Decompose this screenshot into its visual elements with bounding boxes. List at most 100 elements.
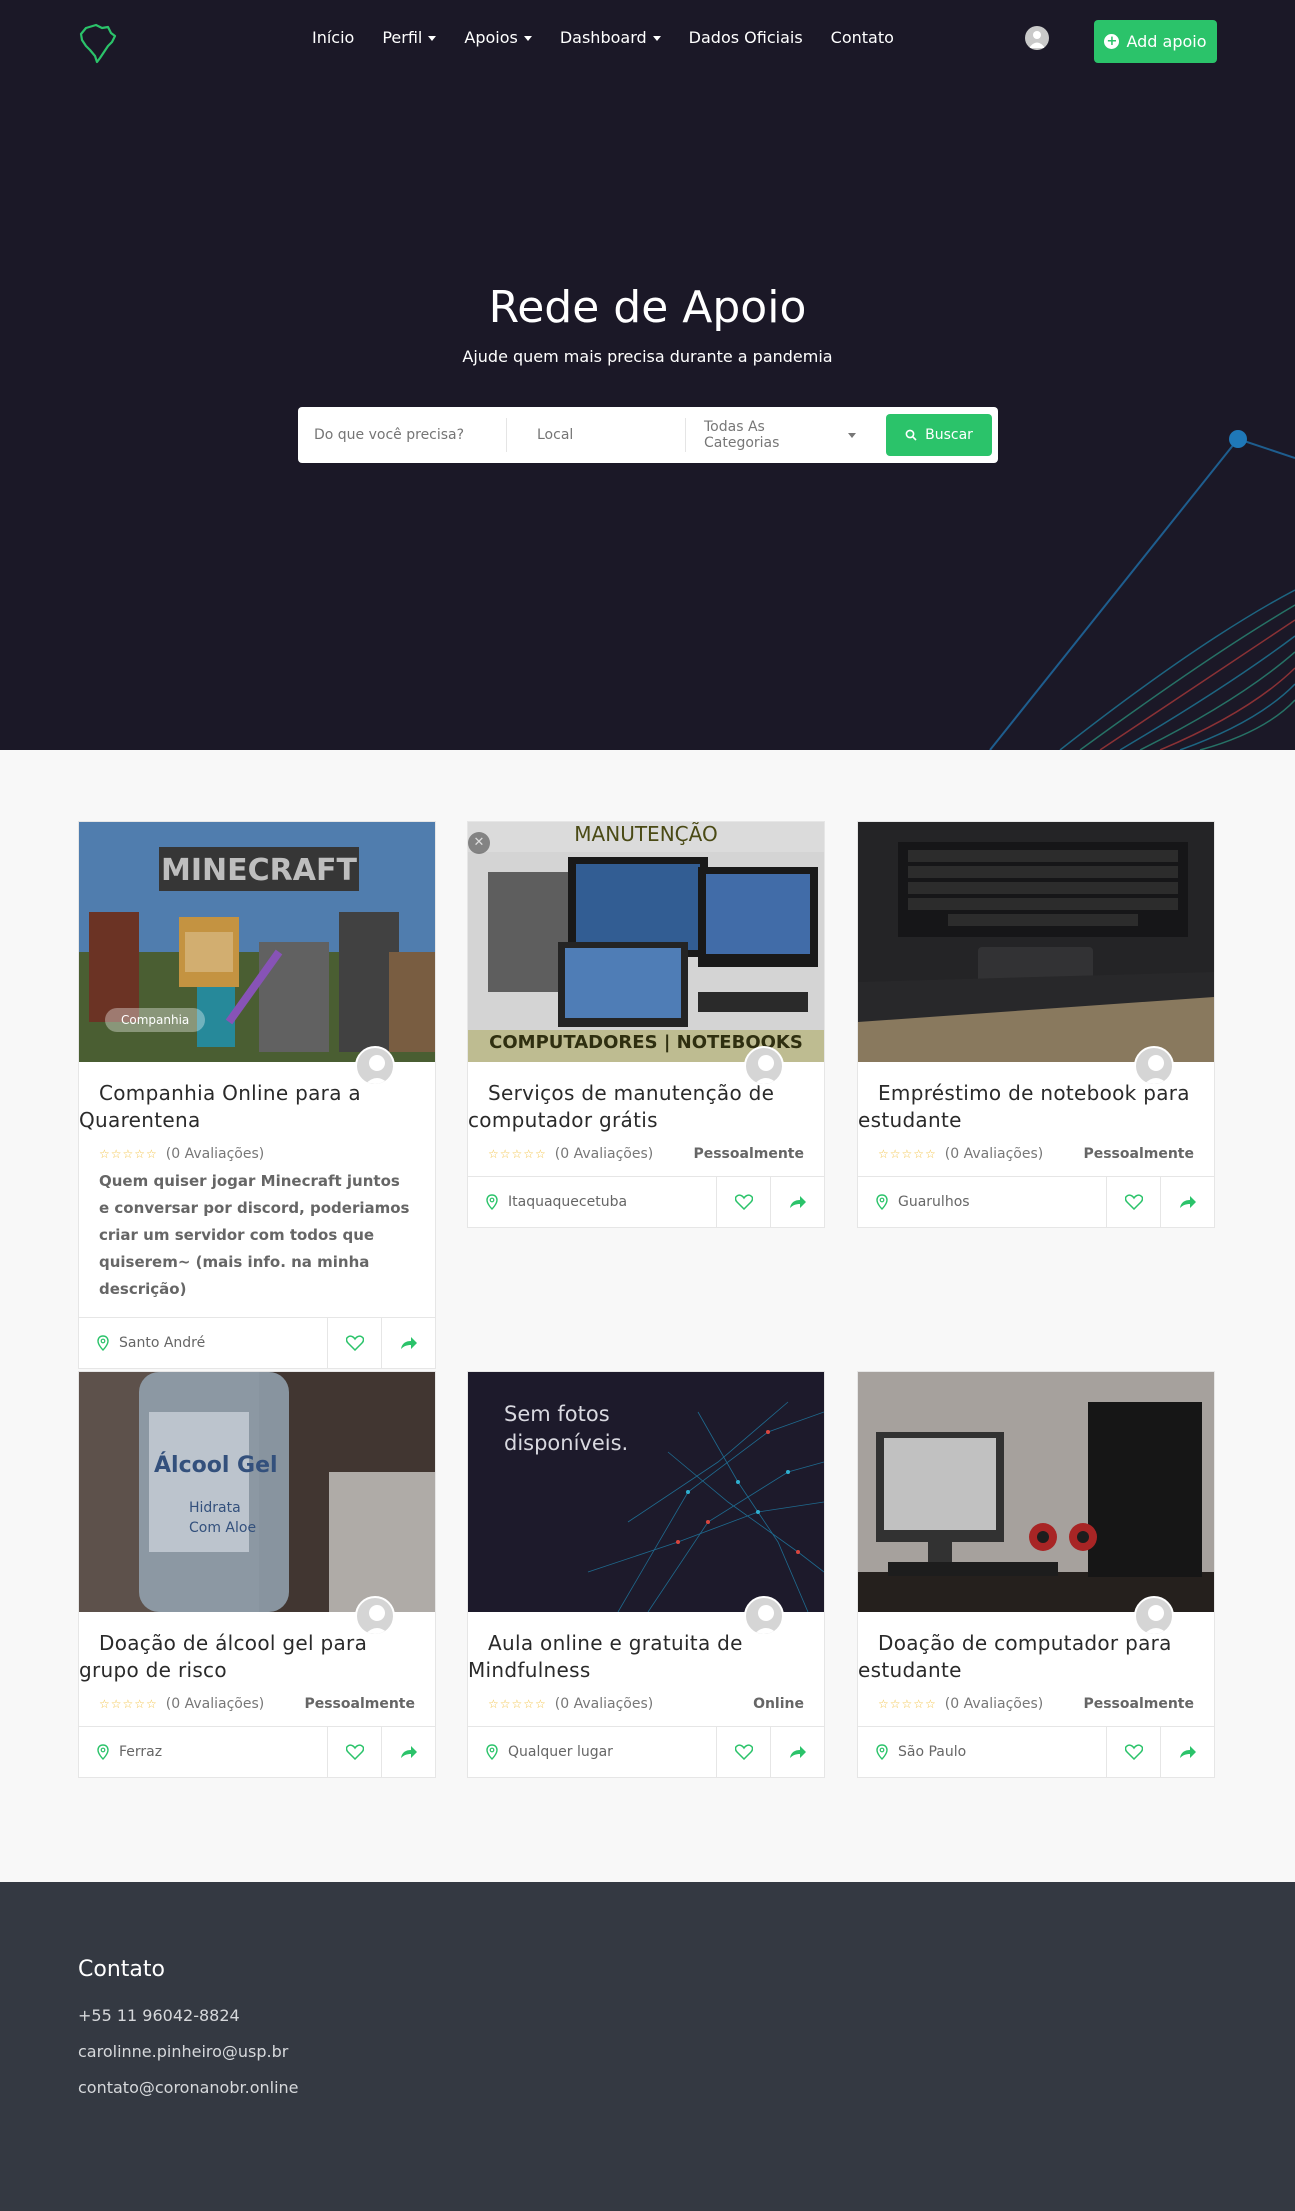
nav-dados-oficiais[interactable]: Dados Oficiais	[689, 28, 803, 47]
rating-count: (0 Avaliações)	[944, 1146, 1044, 1162]
category-tag[interactable]: Companhia	[105, 1008, 206, 1032]
rating-row: ☆☆☆☆☆ (0 Avaliações) Pessoalmente	[79, 1684, 435, 1712]
rating-row: ☆☆☆☆☆ (0 Avaliações) Pessoalmente	[858, 1134, 1214, 1162]
share-button[interactable]	[1160, 1727, 1214, 1777]
footer: Contato +55 11 96042-8824 carolinne.pinh…	[0, 1882, 1295, 2211]
hero-background-graphic	[989, 430, 1295, 750]
avatar-icon[interactable]	[1134, 1046, 1174, 1086]
heart-icon	[345, 1744, 364, 1760]
listing-image[interactable]: MINECRAFT Companhia	[79, 822, 435, 1062]
nav-perfil[interactable]: Perfil	[382, 28, 437, 47]
footer-title: Contato	[78, 1957, 165, 1982]
favorite-button[interactable]	[327, 1318, 381, 1368]
heart-icon	[734, 1744, 753, 1760]
listing-card[interactable]: Doação de computador para estudante ☆☆☆☆…	[857, 1371, 1215, 1778]
map-pin-icon	[876, 1744, 888, 1760]
nav-contato[interactable]: Contato	[831, 28, 894, 47]
share-button[interactable]	[381, 1318, 435, 1368]
card-footer: São Paulo	[858, 1726, 1214, 1777]
listing-image[interactable]: MANUTENÇÃO COMPUTADORES | NOTEBOOKS ✕	[468, 822, 824, 1062]
share-arrow-icon	[1179, 1746, 1196, 1758]
footer-phone[interactable]: +55 11 96042-8824	[78, 2006, 240, 2025]
listing-card[interactable]: Sem fotos disponíveis. Aula online e gra…	[467, 1371, 825, 1778]
chevron-down-icon	[428, 36, 437, 41]
chevron-down-icon	[652, 36, 661, 41]
listing-card[interactable]: MANUTENÇÃO COMPUTADORES | NOTEBOOKS ✕ Se…	[467, 821, 825, 1228]
main-nav: Início Perfil Apoios Dashboard Dados Ofi…	[312, 28, 922, 47]
user-icon[interactable]	[1025, 26, 1049, 50]
star-icon: ☆☆☆☆☆	[99, 1697, 158, 1711]
star-icon: ☆☆☆☆☆	[488, 1697, 547, 1711]
star-icon: ☆☆☆☆☆	[878, 1147, 937, 1161]
hero-section: Início Perfil Apoios Dashboard Dados Ofi…	[0, 0, 1295, 750]
share-arrow-icon	[400, 1337, 417, 1349]
map-pin-icon	[97, 1335, 109, 1351]
add-apoio-button[interactable]: + Add apoio	[1094, 20, 1217, 63]
share-button[interactable]	[1160, 1177, 1214, 1227]
listing-location: Ferraz	[79, 1727, 327, 1777]
card-footer: Santo André	[79, 1317, 435, 1368]
brazil-map-icon[interactable]	[78, 22, 118, 64]
footer-email-1[interactable]: carolinne.pinheiro@usp.br	[78, 2042, 288, 2061]
favorite-button[interactable]	[1106, 1177, 1160, 1227]
rating-count: (0 Avaliações)	[944, 1696, 1044, 1712]
avatar-icon[interactable]	[744, 1596, 784, 1636]
listing-card[interactable]: Álcool Gel Hidrata Com Aloe Doação de ál…	[78, 1371, 436, 1778]
footer-email-2[interactable]: contato@coronanobr.online	[78, 2078, 299, 2097]
heart-icon	[1124, 1744, 1143, 1760]
search-bar: Todas As Categorias Buscar	[298, 407, 998, 463]
avatar-icon[interactable]	[355, 1596, 395, 1636]
page-subtitle: Ajude quem mais precisa durante a pandem…	[462, 347, 833, 366]
avatar-icon[interactable]	[744, 1046, 784, 1086]
category-select[interactable]: Todas As Categorias	[686, 407, 878, 463]
chevron-down-icon	[523, 36, 532, 41]
listing-location: Guarulhos	[858, 1177, 1106, 1227]
share-button[interactable]	[770, 1727, 824, 1777]
listing-image[interactable]: Sem fotos disponíveis.	[468, 1372, 824, 1612]
card-footer: Ferraz	[79, 1726, 435, 1777]
rating-count: (0 Avaliações)	[554, 1146, 654, 1162]
share-button[interactable]	[381, 1727, 435, 1777]
service-mode: Pessoalmente	[693, 1146, 804, 1162]
nav-apoios[interactable]: Apoios	[464, 28, 532, 47]
share-arrow-icon	[1179, 1196, 1196, 1208]
rating-count: (0 Avaliações)	[165, 1696, 265, 1712]
listing-card[interactable]: Empréstimo de notebook para estudante ☆☆…	[857, 821, 1215, 1228]
close-icon[interactable]: ✕	[468, 832, 490, 854]
favorite-button[interactable]	[327, 1727, 381, 1777]
listing-location: São Paulo	[858, 1727, 1106, 1777]
map-pin-icon	[486, 1194, 498, 1210]
plus-circle-icon: +	[1104, 34, 1120, 49]
service-mode: Pessoalmente	[304, 1696, 415, 1712]
star-icon: ☆☆☆☆☆	[99, 1147, 158, 1161]
rating-row: ☆☆☆☆☆ (0 Avaliações) Online	[468, 1684, 824, 1712]
nav-inicio[interactable]: Início	[312, 28, 354, 47]
favorite-button[interactable]	[716, 1727, 770, 1777]
favorite-button[interactable]	[1106, 1727, 1160, 1777]
chevron-down-icon	[848, 432, 856, 438]
listing-image[interactable]	[858, 1372, 1214, 1612]
share-arrow-icon	[789, 1196, 806, 1208]
search-icon	[905, 429, 917, 441]
rating-row: ☆☆☆☆☆ (0 Avaliações) Pessoalmente	[858, 1684, 1214, 1712]
nav-dashboard[interactable]: Dashboard	[560, 28, 661, 47]
search-button[interactable]: Buscar	[886, 414, 992, 456]
avatar-icon[interactable]	[355, 1046, 395, 1086]
card-footer: Qualquer lugar	[468, 1726, 824, 1777]
rating-count: (0 Avaliações)	[165, 1146, 265, 1162]
map-pin-icon	[97, 1744, 109, 1760]
service-mode: Pessoalmente	[1083, 1146, 1194, 1162]
share-button[interactable]	[770, 1177, 824, 1227]
location-input[interactable]	[507, 407, 685, 463]
listing-location: Qualquer lugar	[468, 1727, 716, 1777]
listing-description: Quem quiser jogar Minecraft juntos e con…	[99, 1172, 410, 1298]
favorite-button[interactable]	[716, 1177, 770, 1227]
listing-image[interactable]	[858, 822, 1214, 1062]
avatar-icon[interactable]	[1134, 1596, 1174, 1636]
search-input[interactable]	[298, 407, 506, 463]
listing-card[interactable]: MINECRAFT Companhia Companhia Online par…	[78, 821, 436, 1369]
listing-image[interactable]: Álcool Gel Hidrata Com Aloe	[79, 1372, 435, 1612]
navbar: Início Perfil Apoios Dashboard Dados Ofi…	[0, 0, 1295, 80]
no-photo-text: Sem fotos disponíveis.	[504, 1402, 629, 1455]
star-icon: ☆☆☆☆☆	[488, 1147, 547, 1161]
